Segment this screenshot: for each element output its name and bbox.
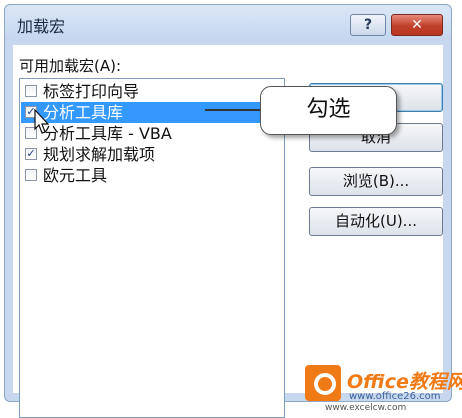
list-item-label-printing-wizard[interactable]: 标签打印向导 [21, 81, 283, 102]
list-item-analysis-toolpak-vba[interactable]: 分析工具库 - VBA [21, 123, 283, 144]
checkbox[interactable] [25, 169, 37, 181]
help-button[interactable]: ? [350, 14, 386, 36]
list-item-label: 规划求解加载项 [43, 145, 156, 164]
mouse-cursor-icon [34, 109, 50, 134]
list-item-euro-tools[interactable]: 欧元工具 [21, 165, 283, 186]
watermark-name: Office教程网 [347, 371, 462, 393]
list-item-analysis-toolpak[interactable]: ✓ 分析工具库 [21, 102, 283, 123]
list-item-label: 标签打印向导 [43, 82, 140, 101]
list-item-label: 欧元工具 [43, 166, 108, 185]
list-item-solver-add-in[interactable]: ✓ 规划求解加载项 [21, 144, 283, 165]
callout-leader-line [205, 109, 261, 111]
browse-button[interactable]: 浏览(B)... [309, 167, 443, 196]
add-ins-list-label: 可用加载宏(A): [19, 57, 122, 75]
checkbox-checked[interactable]: ✓ [25, 148, 37, 160]
add-ins-dialog: 加载宏 ? ✕ 可用加载宏(A): 标签打印向导 ✓ 分析工具库 分析工具库 -… [4, 4, 452, 418]
watermark-url: www.office26.com [349, 391, 441, 402]
title-bar[interactable]: 加载宏 ? ✕ [5, 5, 451, 41]
automation-button[interactable]: 自动化(U)... [309, 207, 443, 236]
checkbox[interactable] [25, 85, 37, 97]
list-item-label: 分析工具库 - VBA [43, 124, 172, 143]
office-logo-icon [305, 365, 341, 401]
list-item-label: 分析工具库 [43, 103, 124, 122]
add-ins-listbox[interactable]: 标签打印向导 ✓ 分析工具库 分析工具库 - VBA ✓ 规划求解加载项 欧元工… [19, 78, 285, 418]
close-button[interactable]: ✕ [391, 14, 443, 36]
watermark-url-secondary: www.excelcw.com [325, 403, 407, 413]
dialog-title: 加载宏 [17, 17, 66, 36]
callout-annotation: 勾选 [260, 86, 397, 135]
watermark: Office教程网 www.office26.com www.excelcw.c… [305, 365, 462, 413]
